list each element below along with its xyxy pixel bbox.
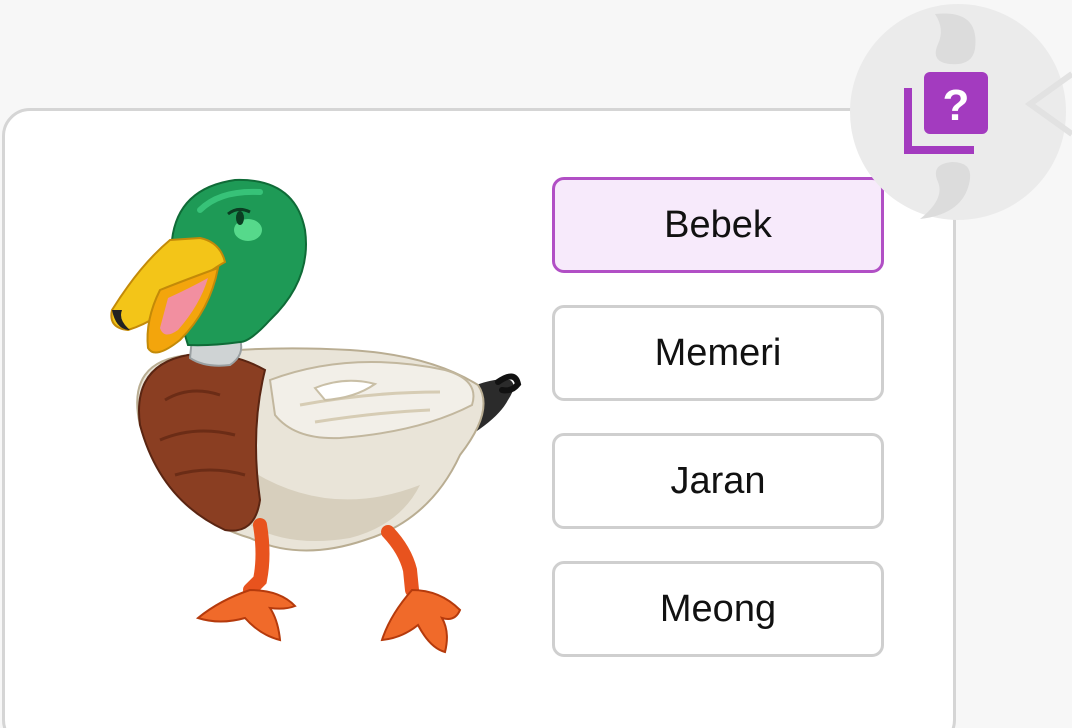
svg-text:?: ? (943, 81, 970, 130)
quiz-screen: Bebek Memeri Jaran Meong ? (0, 0, 1072, 728)
question-cards-icon[interactable]: ? (904, 70, 994, 156)
option-button-bebek[interactable]: Bebek (552, 177, 884, 273)
option-button-jaran[interactable]: Jaran (552, 433, 884, 529)
option-button-meong[interactable]: Meong (552, 561, 884, 657)
option-button-memeri[interactable]: Memeri (552, 305, 884, 401)
duck-illustration (110, 178, 522, 654)
